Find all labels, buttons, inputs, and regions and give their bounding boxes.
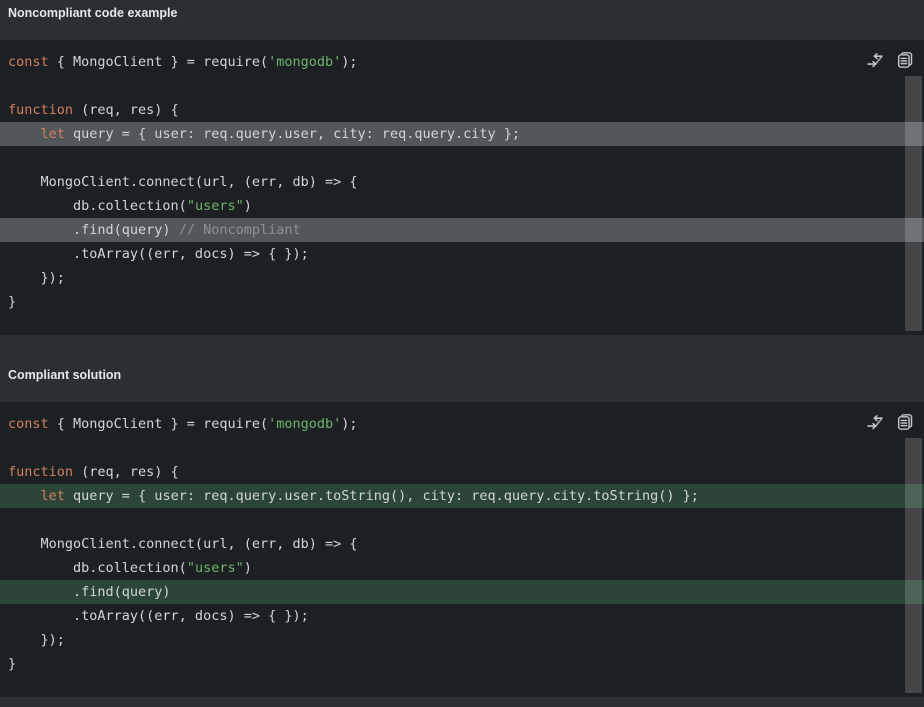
code-line: db.collection("users"): [0, 556, 924, 580]
code-line: [0, 74, 924, 98]
code-content: const { MongoClient } = require('mongodb…: [0, 50, 924, 314]
section-heading: Compliant solution: [0, 335, 924, 402]
code-token-kw: function: [8, 102, 73, 118]
code-token-plain: (req, res) {: [73, 464, 179, 480]
code-token-plain: MongoClient.connect(url, (err, db) => {: [8, 536, 358, 552]
code-token-plain: query = { user: req.query.user, city: re…: [65, 126, 520, 142]
code-block-compliant: const { MongoClient } = require('mongodb…: [0, 402, 924, 697]
collapse-arrows-icon[interactable]: [865, 50, 885, 70]
copy-icon[interactable]: [895, 50, 915, 70]
code-token-plain: }: [8, 294, 16, 310]
code-line: const { MongoClient } = require('mongodb…: [0, 50, 924, 74]
code-token-str: 'mongodb': [268, 416, 341, 432]
section-heading: Noncompliant code example: [0, 0, 924, 40]
code-content: const { MongoClient } = require('mongodb…: [0, 412, 924, 676]
code-line: function (req, res) {: [0, 460, 924, 484]
code-token-plain: { MongoClient } = require(: [49, 416, 268, 432]
code-line: .find(query) // Noncompliant: [0, 218, 924, 242]
code-line: let query = { user: req.query.user, city…: [0, 122, 924, 146]
code-token-kw: function: [8, 464, 73, 480]
code-token-plain: .find(query): [8, 584, 171, 600]
code-token-plain: { MongoClient } = require(: [49, 54, 268, 70]
code-toolbar: [865, 412, 915, 432]
code-line: .toArray((err, docs) => { });: [0, 604, 924, 628]
collapse-arrows-icon[interactable]: [865, 412, 885, 432]
section-noncompliant: Noncompliant code example const: [0, 0, 924, 335]
code-token-plain: }: [8, 656, 16, 672]
code-token-plain: ): [244, 560, 252, 576]
code-line: MongoClient.connect(url, (err, db) => {: [0, 532, 924, 556]
code-token-plain: );: [341, 416, 357, 432]
code-token-plain: MongoClient.connect(url, (err, db) => {: [8, 174, 358, 190]
code-token-plain: .toArray((err, docs) => { });: [8, 246, 309, 262]
code-line: MongoClient.connect(url, (err, db) => {: [0, 170, 924, 194]
code-token-plain: [8, 126, 41, 142]
code-token-com: // Noncompliant: [179, 222, 301, 238]
code-line: [0, 508, 924, 532]
code-line: }: [0, 290, 924, 314]
code-token-plain: ): [244, 198, 252, 214]
code-line: function (req, res) {: [0, 98, 924, 122]
vertical-scrollbar[interactable]: [905, 438, 922, 693]
code-token-str: "users": [187, 560, 244, 576]
code-block-noncompliant: const { MongoClient } = require('mongodb…: [0, 40, 924, 335]
copy-icon[interactable]: [895, 412, 915, 432]
code-token-str: "users": [187, 198, 244, 214]
code-line: [0, 146, 924, 170]
code-token-plain: query = { user: req.query.user.toString(…: [65, 488, 699, 504]
code-token-plain: db.collection(: [8, 198, 187, 214]
code-token-plain: );: [341, 54, 357, 70]
code-line: });: [0, 266, 924, 290]
code-token-plain: });: [8, 270, 65, 286]
code-line: });: [0, 628, 924, 652]
code-token-kw: const: [8, 416, 49, 432]
code-token-plain: .toArray((err, docs) => { });: [8, 608, 309, 624]
code-line: .toArray((err, docs) => { });: [0, 242, 924, 266]
code-line: db.collection("users"): [0, 194, 924, 218]
code-line: [0, 436, 924, 460]
code-token-plain: (req, res) {: [73, 102, 179, 118]
code-token-plain: [8, 488, 41, 504]
code-token-kw: let: [41, 126, 65, 142]
code-token-str: 'mongodb': [268, 54, 341, 70]
code-token-plain: db.collection(: [8, 560, 187, 576]
code-toolbar: [865, 50, 915, 70]
code-token-plain: .find(query): [8, 222, 179, 238]
section-compliant: Compliant solution const { Mong: [0, 335, 924, 697]
code-token-plain: });: [8, 632, 65, 648]
vertical-scrollbar[interactable]: [905, 76, 922, 331]
code-line: const { MongoClient } = require('mongodb…: [0, 412, 924, 436]
code-token-kw: let: [41, 488, 65, 504]
code-line: .find(query): [0, 580, 924, 604]
code-token-kw: const: [8, 54, 49, 70]
code-line: }: [0, 652, 924, 676]
code-line: let query = { user: req.query.user.toStr…: [0, 484, 924, 508]
